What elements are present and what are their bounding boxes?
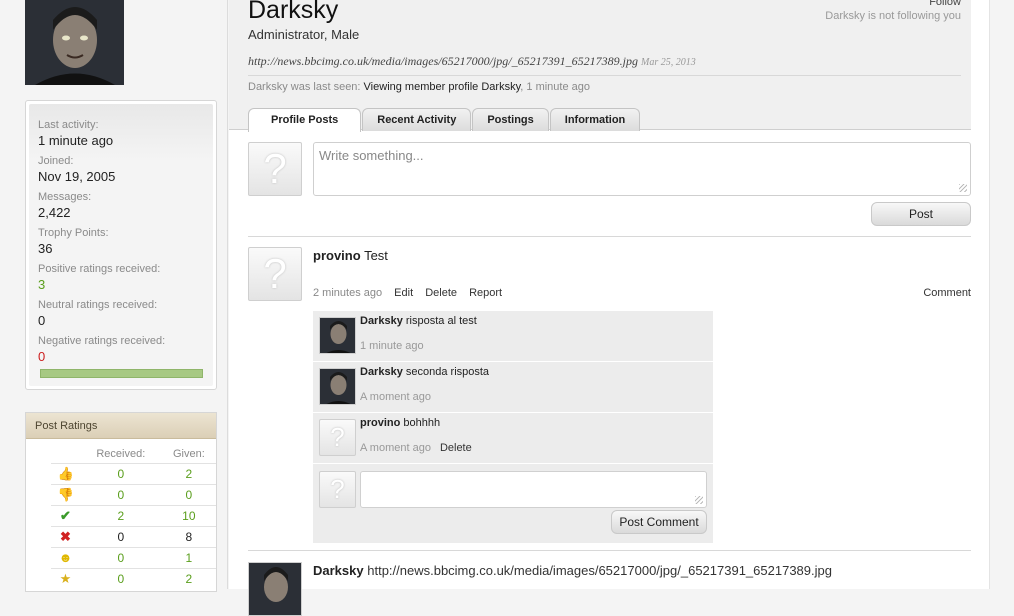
star-badge-icon: ★ [59,570,72,586]
tab-profile-posts[interactable]: Profile Posts [248,108,362,132]
profile-user-title: Administrator, Male [248,27,360,42]
post-ratings-table: Received: Given: 👍 0 2 👎 0 0 ✔ 2 10 ✖ 0 [51,446,216,589]
post-text[interactable]: http://news.bbcimg.co.uk/media/images/65… [367,563,832,578]
comment-body: provino bohhhh [360,417,441,429]
profile-username: Darksky [248,0,339,24]
divider [248,75,961,76]
check-icon: ✔ [60,507,71,523]
last-seen: Darksky was last seen: Viewing member pr… [248,81,590,93]
post-content: provino Test [313,248,388,263]
comment-body: Darksky risposta al test [360,315,477,327]
stat-positive-ratings: Positive ratings received: 3 [38,263,161,292]
comment-author-link[interactable]: Darksky [360,315,403,327]
comment-avatar[interactable] [319,317,356,354]
post-author-link[interactable]: provino [313,248,361,263]
comment-list: Darksky risposta al test 1 minute ago Da… [313,311,713,543]
resize-grip-icon[interactable] [695,496,703,504]
thumbs-down-icon: 👎 [57,486,74,502]
post-meta: 2 minutes ago Edit Delete Report [313,287,502,299]
follow-status: Darksky is not following you [825,10,961,22]
rating-row-funny: ☻ 0 1 [51,546,216,568]
post-author-avatar[interactable] [248,562,302,616]
comment-author-link[interactable]: Darksky [360,366,403,378]
profile-header: Darksky Administrator, Male Follow Darks… [229,0,971,132]
edit-link[interactable]: Edit [394,287,413,299]
status-text[interactable]: http://news.bbcimg.co.uk/media/images/65… [248,54,638,68]
rating-bar [40,369,203,378]
comment-avatar[interactable]: ? [319,419,356,456]
stat-trophy-points: Trophy Points: 36 [38,227,109,256]
comment-avatar[interactable] [319,368,356,405]
post-author-avatar[interactable]: ? [248,247,302,301]
tab-recent-activity[interactable]: Recent Activity [362,108,472,131]
post-text: Test [364,248,388,263]
stat-negative-ratings: Negative ratings received: 0 [38,335,166,364]
composer-avatar: ? [248,142,302,196]
comment-item: Darksky risposta al test 1 minute ago [313,311,713,362]
stat-joined: Joined: Nov 19, 2005 [38,155,116,184]
follow-link[interactable]: Follow [929,0,961,8]
member-stats-box: Last activity: 1 minute ago Joined: Nov … [25,100,217,390]
stat-last-activity: Last activity: 1 minute ago [38,119,114,148]
post-author-link[interactable]: Darksky [313,563,364,578]
status-date: Mar 25, 2013 [640,57,696,68]
profile-sidebar: Last activity: 1 minute ago Joined: Nov … [0,0,228,592]
post-content: Darksky http://news.bbcimg.co.uk/media/i… [313,563,832,578]
comment-item: Darksky seconda risposta A moment ago [313,362,713,413]
tab-postings[interactable]: Postings [472,108,549,131]
profile-tabs: Profile Posts Recent Activity Postings I… [248,108,641,132]
profile-avatar[interactable] [25,0,124,85]
page-gutter [989,0,1014,589]
profile-post-input[interactable]: Write something... [313,142,971,196]
comment-time: A moment ago [360,442,431,454]
reply-avatar: ? [319,471,356,508]
post-ratings-box: Post Ratings Received: Given: 👍 0 2 👎 0 … [25,412,217,592]
col-received: Received: [96,448,146,461]
last-seen-action: Viewing member profile [363,81,479,93]
rating-row-winner: ★ 0 2 [51,567,216,589]
comment-item: ? provino bohhhh A moment ago Delete [313,413,713,464]
tab-information[interactable]: Information [549,108,641,131]
stat-neutral-ratings: Neutral ratings received: 0 [38,299,158,328]
comment-time: A moment ago [360,391,431,403]
profile-main: Darksky Administrator, Male Follow Darks… [229,0,989,616]
comment-meta: A moment ago Delete [360,442,472,454]
last-seen-target-link[interactable]: Darksky [481,81,520,93]
stat-messages: Messages: 2,422 [38,191,92,220]
comment-time: 1 minute ago [360,340,424,352]
post-ratings-title: Post Ratings [26,413,216,439]
comment-author-link[interactable]: provino [360,417,400,429]
rating-row-disagree: ✖ 0 8 [51,525,216,547]
comment-delete-link[interactable]: Delete [440,442,472,454]
report-link[interactable]: Report [469,287,502,299]
col-given: Given: [172,448,205,461]
thumbs-up-icon: 👍 [57,465,74,481]
x-icon: ✖ [60,528,71,544]
divider [248,550,971,551]
comment-body: Darksky seconda risposta [360,366,490,378]
composer-placeholder: Write something... [319,148,424,163]
rating-row-agree: ✔ 2 10 [51,504,216,526]
post-button[interactable]: Post [871,202,971,226]
post-time[interactable]: 2 minutes ago [313,287,382,299]
post-comment-button[interactable]: Post Comment [611,510,707,534]
comment-link[interactable]: Comment [923,287,971,299]
delete-link[interactable]: Delete [425,287,457,299]
profile-status-message: http://news.bbcimg.co.uk/media/images/65… [248,54,696,69]
smiley-icon: ☻ [58,549,73,565]
comment-input[interactable] [360,471,707,508]
rating-row-dislike: 👎 0 0 [51,483,216,505]
resize-grip-icon[interactable] [959,184,967,192]
rating-row-like: 👍 0 2 [51,462,216,484]
divider [248,236,971,237]
